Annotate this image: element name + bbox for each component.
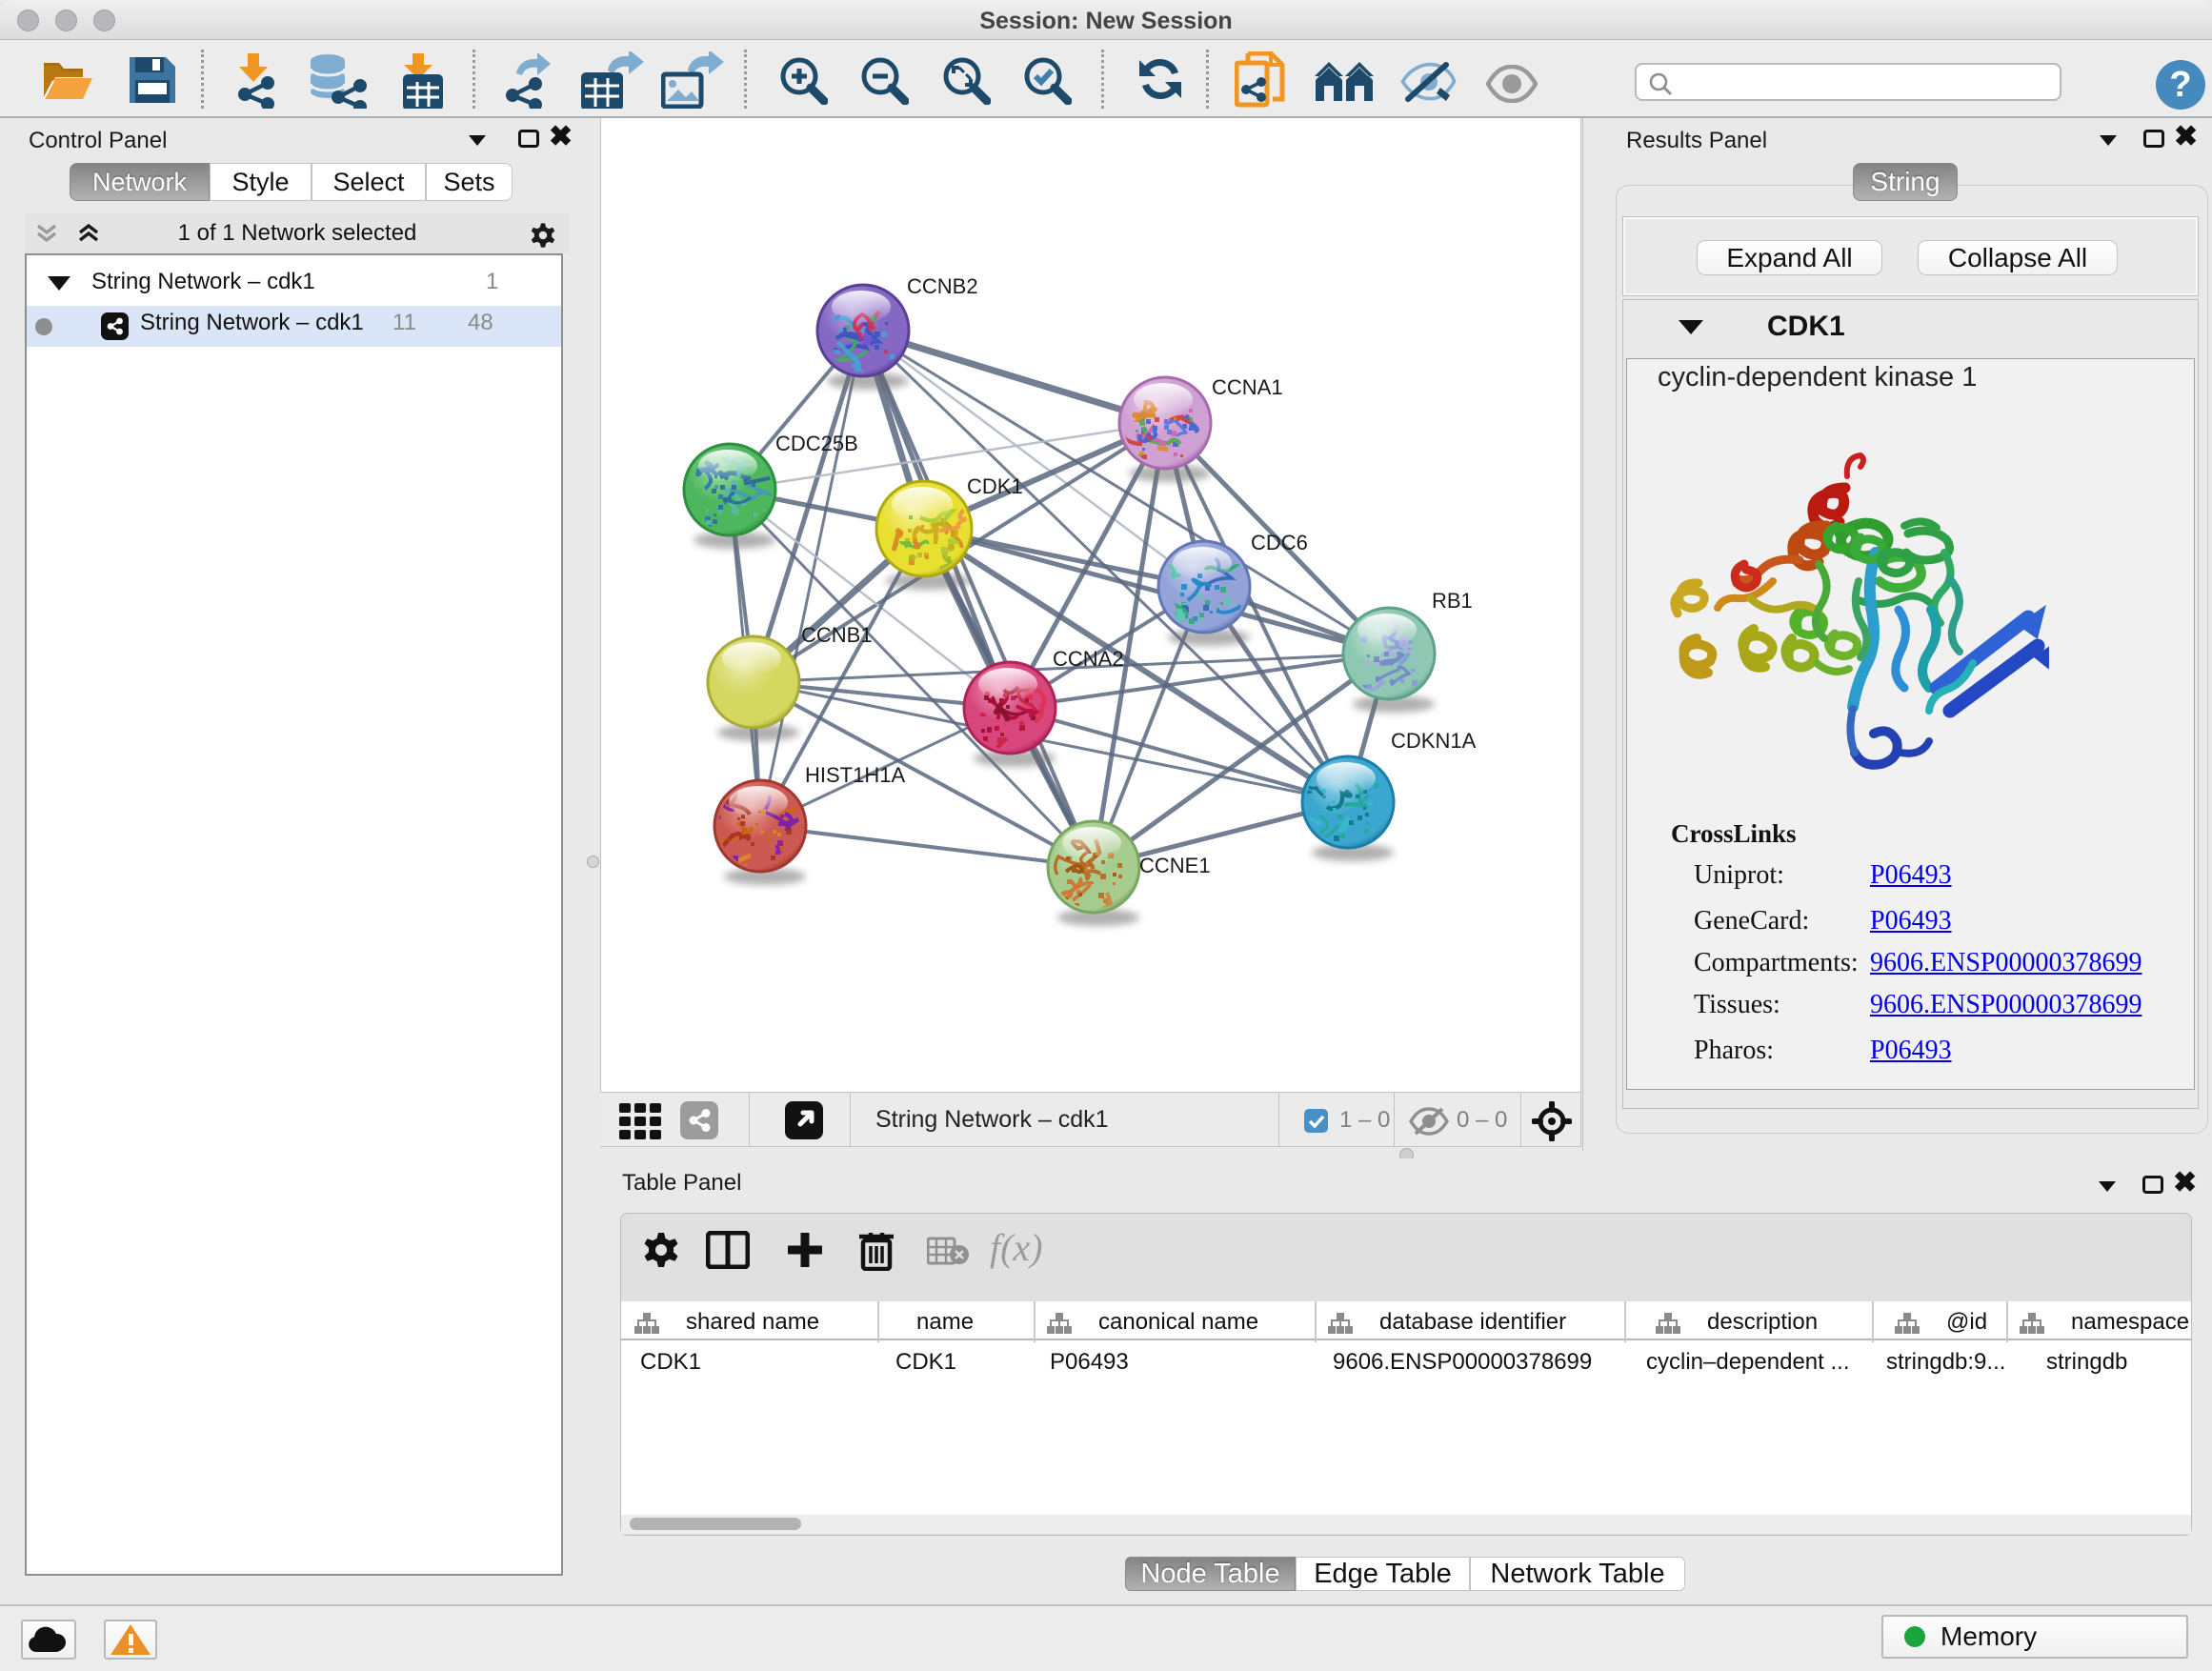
svg-text:CCNA1: CCNA1 xyxy=(1212,375,1283,399)
svg-text:CCNE1: CCNE1 xyxy=(1139,854,1211,877)
svg-text:CDKN1A: CDKN1A xyxy=(1391,729,1477,753)
svg-text:CCNB2: CCNB2 xyxy=(907,274,978,298)
svg-text:HIST1H1A: HIST1H1A xyxy=(805,763,905,787)
svg-text:CDC6: CDC6 xyxy=(1251,531,1308,554)
svg-text:CCNB1: CCNB1 xyxy=(801,623,873,647)
svg-text:CCNA2: CCNA2 xyxy=(1053,647,1124,671)
svg-text:RB1: RB1 xyxy=(1432,589,1473,613)
svg-text:CDC25B: CDC25B xyxy=(775,432,858,455)
svg-text:CDK1: CDK1 xyxy=(967,474,1023,498)
